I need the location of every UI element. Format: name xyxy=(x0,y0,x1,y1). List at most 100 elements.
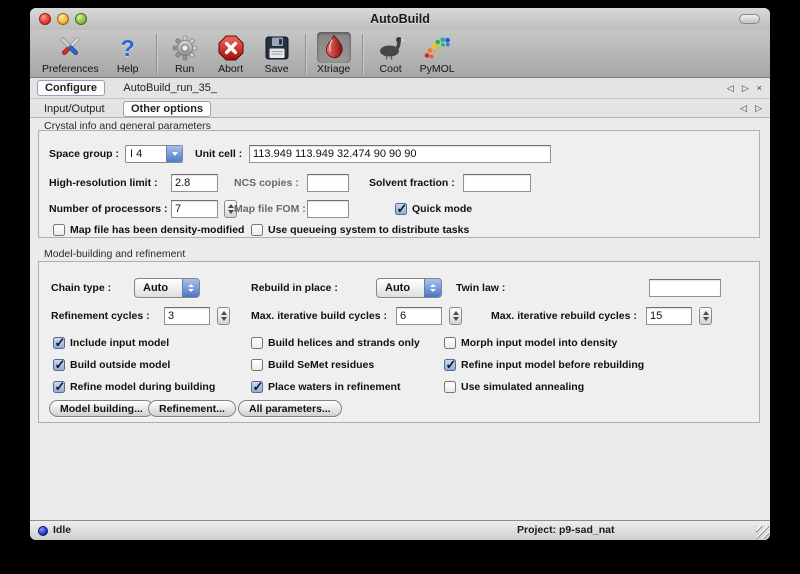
tab-other-options[interactable]: Other options xyxy=(123,101,211,117)
status-indicator-icon xyxy=(38,526,48,536)
build-outside-model-checkbox[interactable]: Build outside model xyxy=(53,358,170,372)
queueing-system-checkbox[interactable]: Use queueing system to distribute tasks xyxy=(251,223,469,237)
tab-autobuild-run-35[interactable]: AutoBuild_run_35_ xyxy=(116,81,224,95)
unit-cell-input[interactable] xyxy=(249,145,551,163)
max-rebuild-cycles-stepper[interactable] xyxy=(699,307,712,325)
checkbox-box[interactable] xyxy=(53,381,65,393)
checkbox-label: Build outside model xyxy=(70,359,170,371)
space-group-combobox[interactable]: I 4 xyxy=(125,145,183,163)
include-input-model-checkbox[interactable]: Include input model xyxy=(53,336,169,350)
checkbox-box[interactable] xyxy=(251,337,263,349)
model-section-box: Chain type : Auto Rebuild in place : Aut… xyxy=(38,261,760,423)
refinement-button[interactable]: Refinement... xyxy=(148,400,236,417)
checkbox-box[interactable] xyxy=(53,224,65,236)
preferences-button[interactable]: Preferences xyxy=(36,32,105,75)
run-gear-icon xyxy=(168,32,202,63)
toolbar-separator xyxy=(305,34,306,74)
xtriage-button[interactable]: Xtriage xyxy=(311,32,357,75)
max-rebuild-cycles-input[interactable] xyxy=(646,307,692,325)
checkbox-box[interactable] xyxy=(444,381,456,393)
tab-next-icon[interactable]: ▷ xyxy=(742,84,749,93)
popup-arrows-icon[interactable] xyxy=(424,279,441,297)
all-parameters-button[interactable]: All parameters... xyxy=(238,400,342,417)
checkbox-box[interactable] xyxy=(251,359,263,371)
unit-cell-label: Unit cell : xyxy=(195,145,242,163)
coot-bird-icon xyxy=(374,32,408,63)
model-building-button[interactable]: Model building... xyxy=(49,400,154,417)
max-build-cycles-label: Max. iterative build cycles : xyxy=(251,307,387,325)
checkbox-box[interactable] xyxy=(251,224,263,236)
chevron-down-icon[interactable] xyxy=(166,146,182,162)
xtriage-icon xyxy=(317,32,351,63)
toolbar: Preferences ? Help xyxy=(30,30,770,78)
checkbox-box[interactable] xyxy=(444,337,456,349)
save-button[interactable]: Save xyxy=(254,32,300,75)
abort-icon xyxy=(214,32,248,63)
tab-prev-icon[interactable]: ◁ xyxy=(727,84,734,93)
checkbox-box[interactable] xyxy=(444,359,456,371)
refine-input-model-checkbox[interactable]: Refine input model before rebuilding xyxy=(444,358,644,372)
toolbar-toggle-button[interactable] xyxy=(739,14,760,24)
checkbox-box[interactable] xyxy=(395,203,407,215)
pymol-button[interactable]: PyMOL xyxy=(414,32,461,75)
toolbar-item-label: Save xyxy=(265,63,289,75)
autobuild-window: AutoBuild Preferences xyxy=(30,8,770,540)
toolbar-item-label: Help xyxy=(117,63,139,75)
refinement-cycles-input[interactable] xyxy=(164,307,210,325)
build-helices-strands-checkbox[interactable]: Build helices and strands only xyxy=(251,336,420,350)
popup-arrows-icon[interactable] xyxy=(182,279,199,297)
status-text: Idle xyxy=(53,524,71,536)
map-file-fom-input[interactable] xyxy=(307,200,349,218)
abort-button[interactable]: Abort xyxy=(208,32,254,75)
subtab-prev-icon[interactable]: ◁ xyxy=(740,104,747,113)
rebuild-in-place-popup[interactable]: Auto xyxy=(376,278,442,298)
tab-input-output[interactable]: Input/Output xyxy=(37,102,112,116)
checkbox-label: Refine model during building xyxy=(70,381,215,393)
resize-grip[interactable] xyxy=(756,526,769,539)
number-of-processors-input[interactable] xyxy=(171,200,218,218)
tab-close-icon[interactable]: × xyxy=(757,84,762,93)
ncs-copies-label: NCS copies : xyxy=(234,174,299,192)
max-build-cycles-input[interactable] xyxy=(396,307,442,325)
model-section-title: Model-building and refinement xyxy=(44,248,185,260)
simulated-annealing-checkbox[interactable]: Use simulated annealing xyxy=(444,380,584,394)
toolbar-item-label: Preferences xyxy=(42,63,99,75)
max-build-cycles-stepper[interactable] xyxy=(449,307,462,325)
solvent-fraction-input[interactable] xyxy=(463,174,531,192)
refine-during-building-checkbox[interactable]: Refine model during building xyxy=(53,380,215,394)
run-button[interactable]: Run xyxy=(162,32,208,75)
subtab-nav-controls: ◁ ▷ xyxy=(740,99,762,117)
tab-configure[interactable]: Configure xyxy=(37,80,105,96)
ncs-copies-input[interactable] xyxy=(307,174,349,192)
help-icon: ? xyxy=(111,32,145,63)
coot-button[interactable]: Coot xyxy=(368,32,414,75)
project-label: Project: p9-sad_nat xyxy=(517,524,614,536)
help-button[interactable]: ? Help xyxy=(105,32,151,75)
sub-tab-bar: Input/Output Other options ◁ ▷ xyxy=(30,99,770,118)
checkbox-label: Use queueing system to distribute tasks xyxy=(268,224,469,236)
refinement-cycles-label: Refinement cycles : xyxy=(51,307,150,325)
crystal-section-box: Space group : I 4 Unit cell : High-resol… xyxy=(38,130,760,238)
toolbar-item-label: Abort xyxy=(218,63,243,75)
checkbox-label: Refine input model before rebuilding xyxy=(461,359,644,371)
checkbox-label: Use simulated annealing xyxy=(461,381,584,393)
subtab-next-icon[interactable]: ▷ xyxy=(755,104,762,113)
density-modified-checkbox[interactable]: Map file has been density-modified xyxy=(53,223,244,237)
place-waters-checkbox[interactable]: Place waters in refinement xyxy=(251,380,400,394)
checkbox-label: Map file has been density-modified xyxy=(70,224,244,236)
twin-law-input[interactable] xyxy=(649,279,721,297)
morph-input-model-checkbox[interactable]: Morph input model into density xyxy=(444,336,617,350)
quick-mode-checkbox[interactable]: Quick mode xyxy=(395,202,472,216)
high-resolution-limit-input[interactable] xyxy=(171,174,218,192)
checkbox-box[interactable] xyxy=(251,381,263,393)
checkbox-box[interactable] xyxy=(53,337,65,349)
chain-type-popup[interactable]: Auto xyxy=(134,278,200,298)
checkbox-box[interactable] xyxy=(53,359,65,371)
title-bar: AutoBuild xyxy=(30,8,770,30)
toolbar-item-label: Run xyxy=(175,63,194,75)
main-tab-bar: Configure AutoBuild_run_35_ ◁ ▷ × xyxy=(30,78,770,99)
rebuild-in-place-label: Rebuild in place : xyxy=(251,279,338,297)
build-semet-residues-checkbox[interactable]: Build SeMet residues xyxy=(251,358,374,372)
toolbar-item-label: Coot xyxy=(380,63,402,75)
refinement-cycles-stepper[interactable] xyxy=(217,307,230,325)
